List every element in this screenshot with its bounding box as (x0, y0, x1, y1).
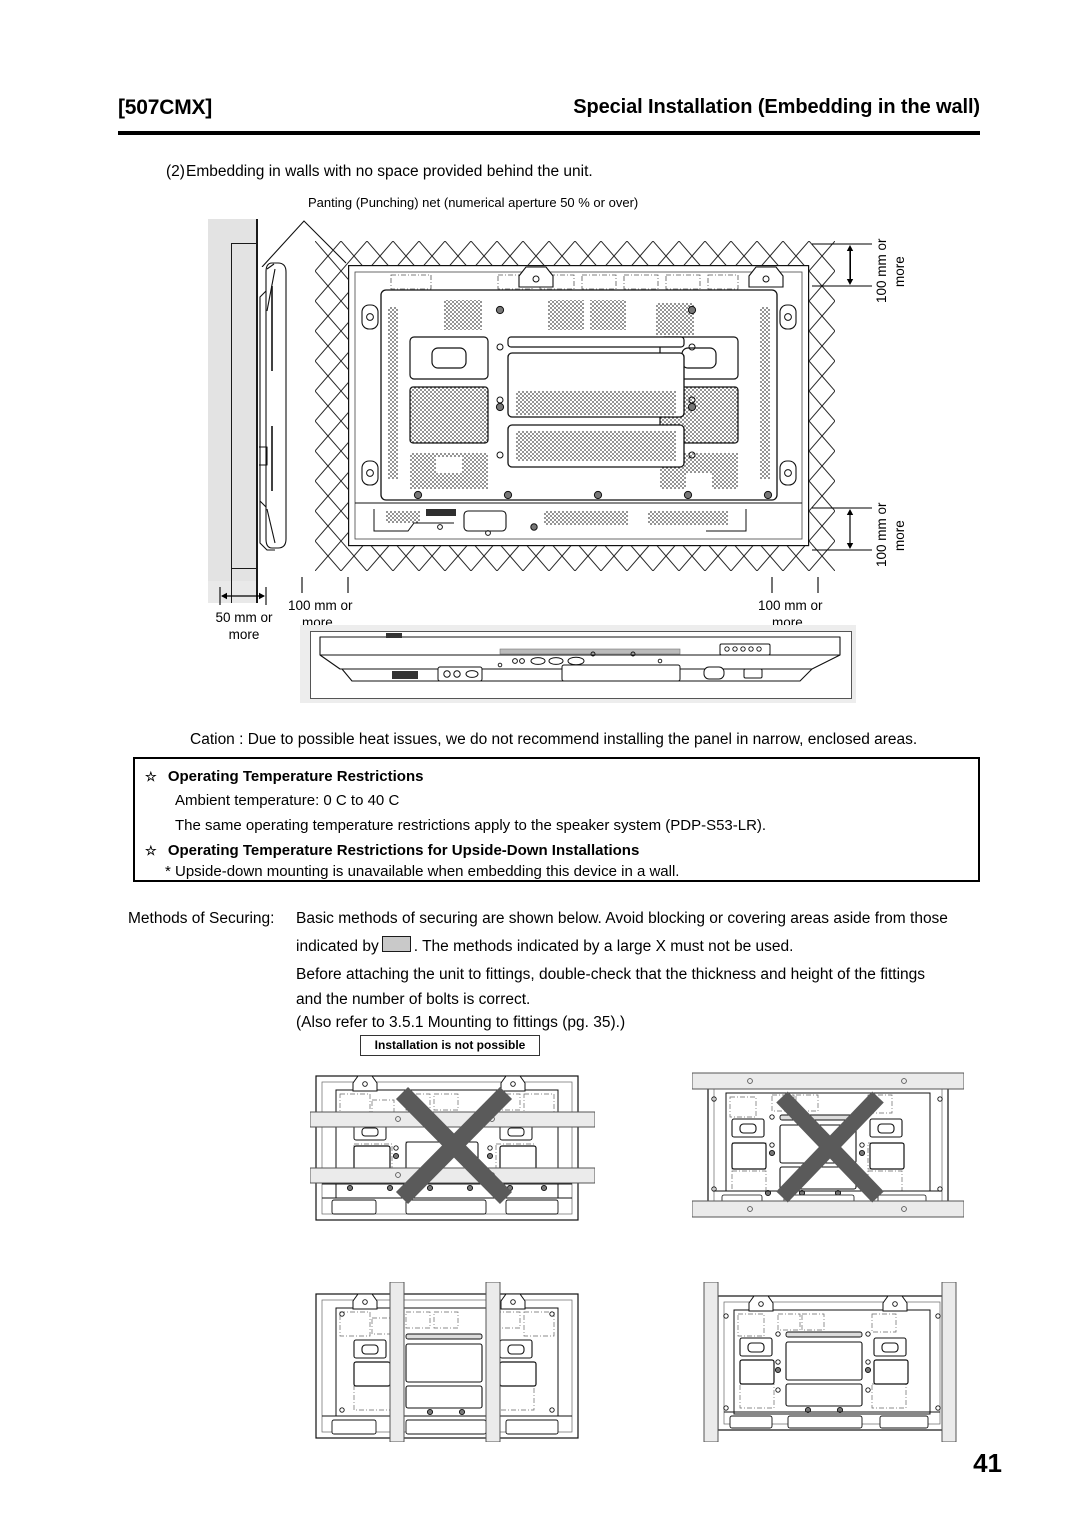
methods-label: Methods of Securing: (128, 910, 275, 927)
methods-line-1: Basic methods of securing are shown belo… (296, 910, 948, 927)
area-swatch-icon (381, 936, 411, 952)
intro-number: (2) (166, 163, 185, 180)
methods-line-5: (Also refer to 3.5.1 Mounting to fitting… (296, 1014, 626, 1031)
methods-line-2b: . The methods indicated by a large X mus… (413, 938, 794, 955)
dim-arrow-center (301, 577, 349, 593)
display-side-profile (259, 262, 287, 551)
document-page: [507CMX] Special Installation (Embedding… (0, 0, 1080, 1528)
temperature-restrictions-box: ☆ Operating Temperature Restrictions Amb… (133, 757, 980, 882)
mounting-diagram-vertical-outer (700, 1282, 964, 1442)
star-icon: ☆ (145, 769, 157, 784)
dim-arrow-left (219, 587, 267, 605)
caution-text: Cation : Due to possible heat issues, we… (190, 731, 918, 748)
display-bottom-view (319, 633, 841, 682)
wall-top-line (231, 243, 257, 245)
temp-heading-2: ☆ Operating Temperature Restrictions for… (145, 842, 640, 859)
temp-heading-1: ☆ Operating Temperature Restrictions (145, 768, 424, 785)
section-title: Special Installation (Embedding in the w… (573, 96, 980, 118)
not-possible-label: Installation is not possible (360, 1035, 540, 1056)
wall-inner-line (231, 243, 233, 603)
main-installation-figure: Panting (Punching) net (numerical apertu… (160, 195, 990, 705)
net-caption: Panting (Punching) net (numerical apertu… (308, 195, 639, 210)
methods-line-3: Before attaching the unit to fittings, d… (296, 966, 926, 983)
intro-line: (2)Embedding in walls with no space prov… (166, 163, 593, 181)
speaker-restriction-line: The same operating temperature restricti… (175, 817, 767, 834)
ambient-temperature-line: Ambient temperature: 0 C to 40 C (175, 792, 400, 809)
dim-label-top-right-2: more (892, 256, 907, 287)
intro-text: Embedding in walls with no space provide… (186, 163, 593, 180)
upside-down-note: * Upside-down mounting is unavailable wh… (165, 863, 680, 880)
mounting-diagram-horizontal-inner (310, 1068, 595, 1223)
dim-label-top-right: 100 mm or (874, 238, 889, 303)
dim-label-bottom-right: 100 mm or (874, 502, 889, 567)
header-rule (118, 131, 980, 135)
methods-line-2a: indicated by (296, 938, 379, 955)
dim-arrow-right (771, 577, 819, 593)
dim-label-left: 50 mm or more (215, 610, 273, 642)
display-rear-view (348, 265, 810, 547)
model-name: [507CMX] (118, 96, 213, 119)
mounting-diagram-vertical-inner (310, 1282, 595, 1442)
mounting-diagram-horizontal-outer (692, 1063, 964, 1223)
methods-line-4: and the number of bolts is correct. (296, 991, 531, 1008)
methods-line-2: indicated by . The methods indicated by a… (296, 936, 793, 956)
star-icon-2: ☆ (145, 843, 157, 858)
dim-label-bottom-right-2: more (892, 520, 907, 551)
page-number: 41 (973, 1448, 1002, 1478)
